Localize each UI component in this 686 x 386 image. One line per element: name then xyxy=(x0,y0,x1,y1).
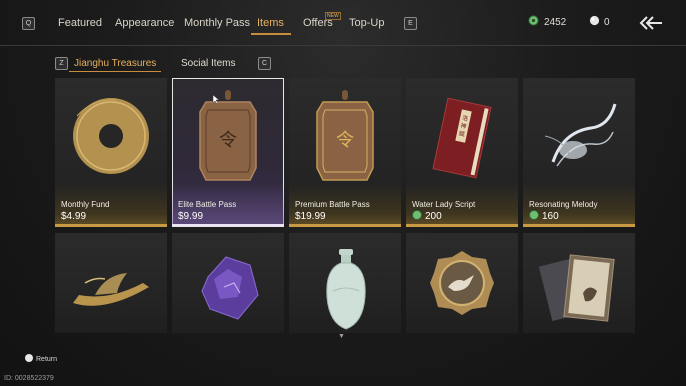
item-card[interactable] xyxy=(172,233,284,333)
new-badge: NEW xyxy=(325,12,341,20)
item-price-value: 160 xyxy=(542,211,559,222)
item-name: Premium Battle Pass xyxy=(295,200,370,209)
back-arrow-icon[interactable] xyxy=(638,10,664,36)
golden-disc-icon xyxy=(73,98,149,174)
item-price: $19.99 xyxy=(295,211,326,222)
return-label: Return xyxy=(36,356,58,363)
active-subtab-indicator xyxy=(69,71,161,72)
scroll-down-indicator-icon[interactable]: ▼ xyxy=(338,333,345,340)
player-id: ID: 0028522379 xyxy=(4,375,54,382)
mouse-cursor-icon xyxy=(212,94,220,104)
prev-subtab-key-hint[interactable]: Z xyxy=(55,57,68,70)
item-price-value: 200 xyxy=(425,211,442,222)
item-name: Monthly Fund xyxy=(61,200,110,209)
item-price: 160 xyxy=(529,210,559,222)
tab-top-up[interactable]: Top-Up xyxy=(349,17,384,29)
jade-coin-icon xyxy=(528,15,539,26)
item-card[interactable] xyxy=(406,233,518,333)
item-card-monthly-fund[interactable]: Monthly Fund $4.99 xyxy=(55,78,167,227)
controller-b-button-icon xyxy=(25,354,33,362)
tab-items[interactable]: Items xyxy=(257,17,284,29)
active-tab-indicator xyxy=(251,33,291,35)
item-price: $4.99 xyxy=(61,211,87,222)
item-card-premium-battle-pass[interactable]: 令 Premium Battle Pass $19.99 xyxy=(289,78,401,227)
card-bottom-bar xyxy=(523,224,635,227)
item-name: Water Lady Script xyxy=(412,200,476,209)
pearl-balance: 0 xyxy=(604,17,610,28)
item-card-resonating-melody[interactable]: Resonating Melody 160 xyxy=(523,78,635,227)
item-card-elite-battle-pass[interactable]: 令 Elite Battle Pass $9.99 xyxy=(172,78,284,227)
top-navigation-bar: Q Featured Appearance Monthly Pass Items… xyxy=(0,0,686,46)
tab-featured[interactable]: Featured xyxy=(58,17,102,29)
return-button[interactable]: Return xyxy=(25,354,57,363)
prev-tab-key-hint[interactable]: Q xyxy=(22,17,35,30)
jade-coin-icon xyxy=(412,210,422,220)
red-book-icon: 洛 神 赋 xyxy=(432,97,492,179)
subtab-social-items[interactable]: Social Items xyxy=(181,58,235,69)
golden-boat-icon xyxy=(73,273,149,306)
dove-token-icon xyxy=(430,251,494,315)
svg-text:令: 令 xyxy=(336,130,354,151)
next-tab-key-hint[interactable]: E xyxy=(404,17,417,30)
jade-balance: 2452 xyxy=(544,17,567,28)
item-card[interactable] xyxy=(55,233,167,333)
jade-coin-icon xyxy=(529,210,539,220)
card-bottom-bar xyxy=(289,224,401,227)
tab-appearance[interactable]: Appearance xyxy=(115,17,174,29)
silver-wisp-icon xyxy=(544,103,617,167)
top-divider xyxy=(0,45,686,46)
card-bottom-bar xyxy=(406,224,518,227)
item-card[interactable] xyxy=(523,233,635,333)
scroll-books-icon xyxy=(539,254,615,322)
purple-crystal-icon xyxy=(201,256,259,320)
item-name: Elite Battle Pass xyxy=(178,200,237,209)
celadon-vase-icon xyxy=(326,249,366,330)
card-bottom-bar xyxy=(172,224,284,227)
svg-text:令: 令 xyxy=(219,130,237,151)
pearl-icon xyxy=(589,15,600,26)
item-price: 200 xyxy=(412,210,442,222)
bronze-token-icon: 令 xyxy=(199,90,257,181)
item-card-water-lady-script[interactable]: 洛 神 赋 Water Lady Script 200 xyxy=(406,78,518,227)
item-price: $9.99 xyxy=(178,211,204,222)
item-card[interactable] xyxy=(289,233,401,333)
subtab-jianghu-treasures[interactable]: Jianghu Treasures xyxy=(74,58,156,69)
tab-monthly-pass[interactable]: Monthly Pass xyxy=(184,17,250,29)
item-name: Resonating Melody xyxy=(529,200,598,209)
next-subtab-key-hint[interactable]: C xyxy=(258,57,271,70)
bronze-token-icon: 令 xyxy=(316,90,374,181)
card-bottom-bar xyxy=(55,224,167,227)
